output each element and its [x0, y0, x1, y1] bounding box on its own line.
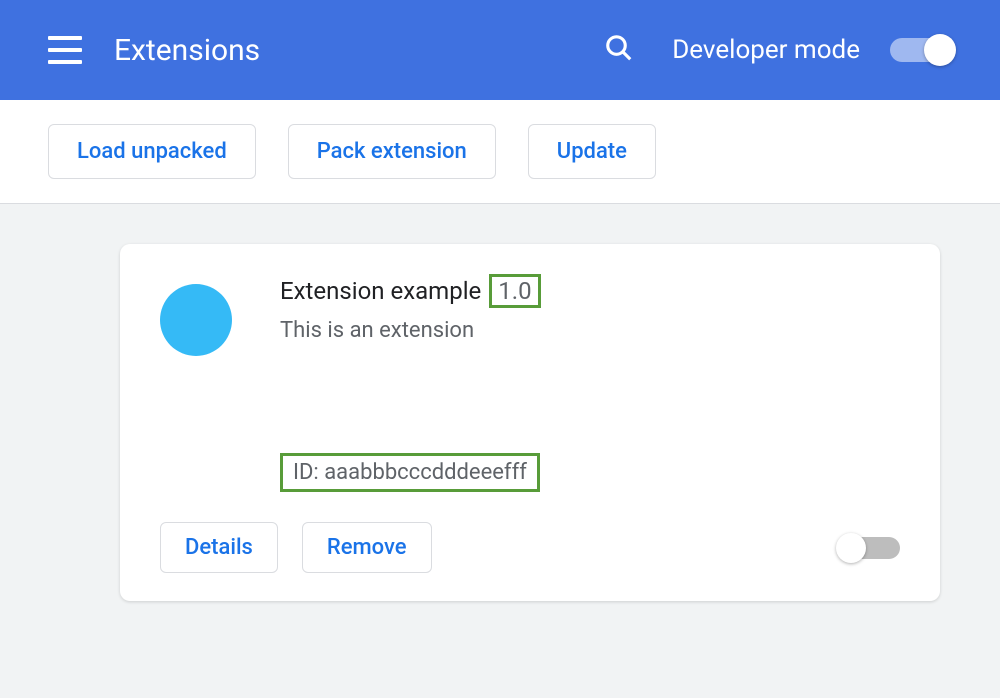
extension-card: Extension example 1.0 This is an extensi… — [120, 244, 940, 601]
extension-version: 1.0 — [489, 274, 540, 308]
developer-mode-toggle[interactable] — [890, 38, 952, 62]
details-button[interactable]: Details — [160, 522, 278, 573]
header: Extensions Developer mode — [0, 0, 1000, 100]
load-unpacked-button[interactable]: Load unpacked — [48, 124, 256, 179]
pack-extension-button[interactable]: Pack extension — [288, 124, 496, 179]
developer-toolbar: Load unpacked Pack extension Update — [0, 100, 1000, 204]
developer-mode-label: Developer mode — [672, 35, 860, 65]
extension-description: This is an extension — [280, 318, 900, 343]
extension-name: Extension example — [280, 277, 481, 305]
page-title: Extensions — [114, 33, 604, 68]
extension-enable-toggle[interactable] — [840, 537, 900, 559]
extension-id: ID: aaabbbcccdddeeefff — [280, 453, 540, 492]
extension-icon — [160, 284, 232, 356]
menu-icon[interactable] — [48, 36, 82, 64]
toggle-knob — [836, 533, 866, 563]
update-button[interactable]: Update — [528, 124, 656, 179]
content-area: Extension example 1.0 This is an extensi… — [0, 204, 1000, 641]
search-icon[interactable] — [604, 33, 634, 67]
remove-button[interactable]: Remove — [302, 522, 432, 573]
toggle-knob — [924, 34, 956, 66]
